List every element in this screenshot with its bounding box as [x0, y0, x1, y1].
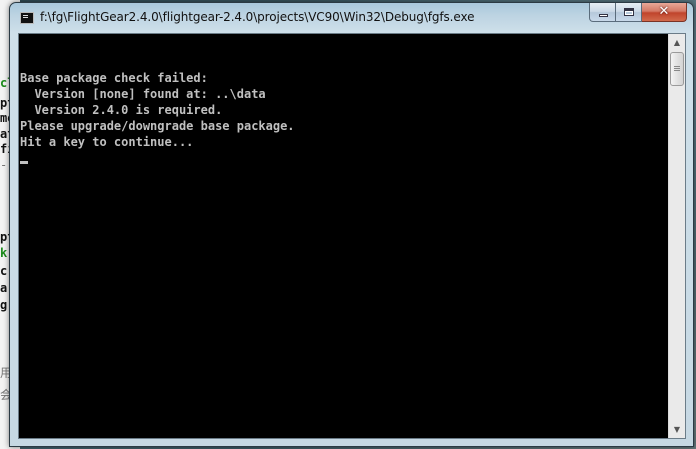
maximize-button[interactable] — [616, 3, 642, 22]
console-line: Please upgrade/downgrade base package. — [20, 119, 295, 133]
close-icon: ✕ — [658, 4, 670, 19]
console-line: Version 2.4.0 is required. — [20, 103, 223, 117]
console-text: Base package check failed: Version [none… — [20, 70, 295, 150]
console-line: Version [none] found at: ..\data — [20, 87, 266, 101]
maximize-icon — [624, 8, 634, 16]
minimize-icon — [599, 14, 608, 17]
scroll-down-button[interactable]: ▼ — [669, 421, 685, 438]
scroll-up-arrow-icon: ▲ — [673, 38, 681, 47]
scroll-down-arrow-icon: ▼ — [673, 425, 681, 434]
text-cursor — [20, 161, 28, 164]
scrollbar-thumb[interactable] — [670, 52, 684, 86]
console-window: f:\fg\FlightGear2.4.0\flightgear-2.4.0\p… — [9, 2, 694, 447]
window-title: f:\fg\FlightGear2.4.0\flightgear-2.4.0\p… — [40, 10, 475, 24]
scroll-up-button[interactable]: ▲ — [669, 34, 685, 51]
console-line: Base package check failed: — [20, 71, 208, 85]
console-line: Hit a key to continue... — [20, 135, 194, 149]
vertical-scrollbar[interactable]: ▲ ▼ — [668, 34, 685, 438]
console-app-icon[interactable] — [20, 12, 34, 24]
minimize-button[interactable] — [589, 3, 616, 22]
caption-buttons: ✕ — [589, 3, 687, 23]
console-output-area[interactable]: Base package check failed: Version [none… — [18, 33, 686, 439]
grip-icon — [674, 66, 680, 67]
close-button[interactable]: ✕ — [642, 3, 687, 22]
title-bar[interactable]: f:\fg\FlightGear2.4.0\flightgear-2.4.0\p… — [10, 3, 693, 33]
